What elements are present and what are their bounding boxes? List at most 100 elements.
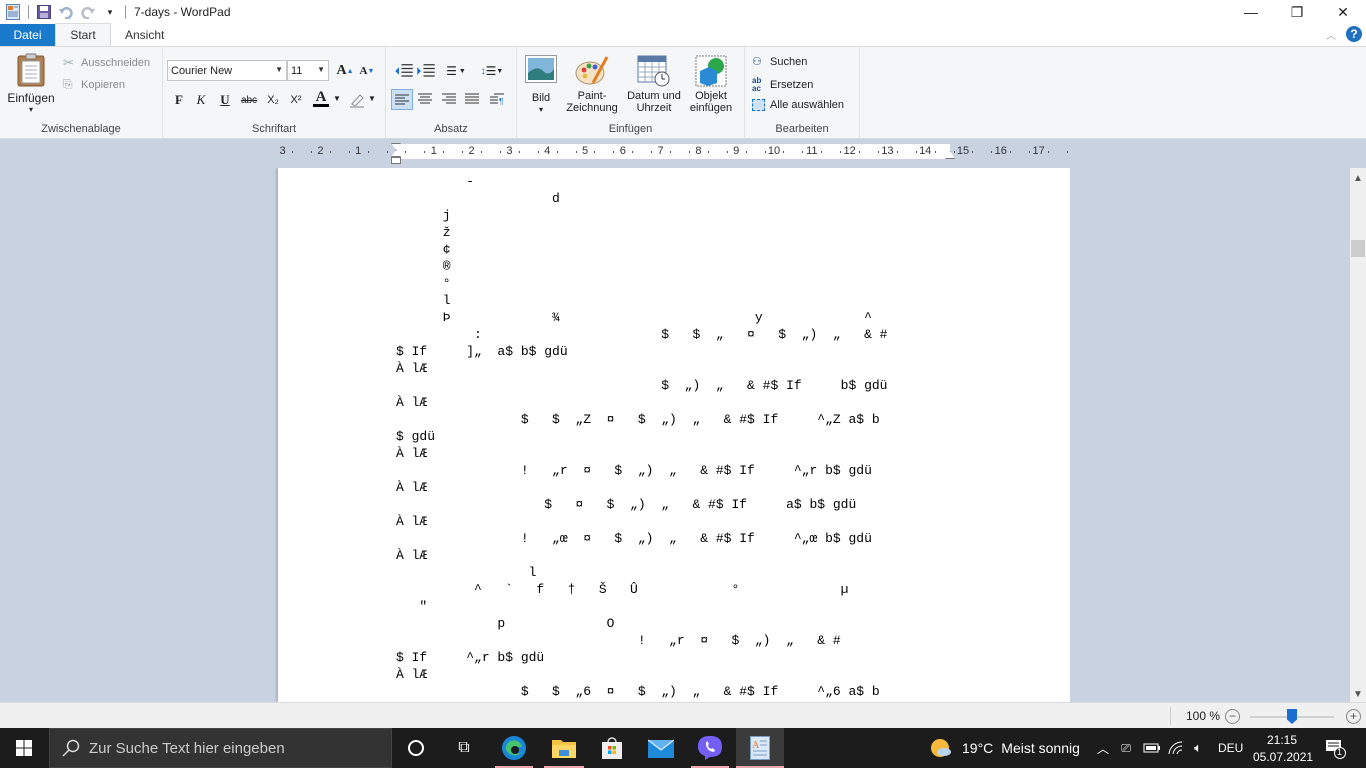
ruler-tick	[424, 151, 426, 153]
paste-dropdown-icon[interactable]: ▾	[6, 104, 56, 116]
ruler-tick	[953, 151, 955, 153]
document-line: $ $ „6 ¤ $ „) „ & #$ If ^„6 a$ b	[396, 684, 880, 699]
clock-time[interactable]: 21:15	[1267, 733, 1297, 747]
grow-font-button[interactable]: A ▲	[335, 61, 355, 81]
volume-icon[interactable]: 🔈︎	[1188, 728, 1208, 768]
title-bar: ▾ 7-days - WordPad — ❐ ✕	[0, 0, 1366, 24]
mail-icon[interactable]	[637, 728, 685, 768]
edge-icon[interactable]	[490, 728, 538, 768]
ruler-tick	[462, 151, 464, 153]
align-center-button[interactable]	[415, 89, 435, 109]
paragraph-button[interactable]: ¶	[487, 89, 507, 109]
wordpad-taskbar-icon[interactable]: A	[736, 728, 784, 768]
wordpad-app-icon[interactable]	[2, 1, 24, 23]
ruler-tick	[613, 151, 615, 153]
collapse-ribbon-icon[interactable]: ︿	[1326, 27, 1336, 42]
decrease-indent-icon[interactable]	[394, 61, 414, 81]
task-view-icon[interactable]: ⧉	[440, 728, 488, 768]
superscript-button[interactable]: X²	[286, 90, 306, 110]
paint-drawing-button[interactable]: Paint- Zeichnung	[561, 55, 623, 114]
ruler-tick	[688, 151, 690, 153]
help-icon[interactable]: ?	[1346, 26, 1362, 42]
scroll-down-arrow-icon[interactable]: ▼	[1350, 686, 1366, 702]
document-line: ¢	[396, 242, 451, 257]
tab-datei[interactable]: Datei	[0, 24, 55, 46]
find-button[interactable]: ⚇ Suchen	[752, 55, 807, 69]
highlight-color-button[interactable]	[347, 90, 367, 110]
bold-button[interactable]: F	[169, 90, 189, 110]
copy-button[interactable]: ⎘ Kopieren	[63, 77, 125, 92]
camera-icon[interactable]: ⎚	[1117, 728, 1135, 768]
cut-button[interactable]: ✂ Ausschneiden	[63, 55, 150, 71]
font-color-swatch	[313, 103, 329, 107]
show-hidden-icons-icon[interactable]: ︿	[1094, 728, 1112, 768]
document-line: p O	[396, 616, 615, 631]
scroll-up-arrow-icon[interactable]: ▲	[1350, 170, 1366, 186]
document-line: l	[396, 293, 451, 308]
maximize-button[interactable]: ❐	[1274, 0, 1320, 24]
chevron-down-icon: ▼	[317, 65, 325, 74]
store-icon[interactable]	[588, 728, 636, 768]
font-family-select[interactable]: Courier New ▼	[167, 60, 287, 81]
undo-icon[interactable]	[55, 1, 77, 23]
select-all-button[interactable]: Alle auswählen	[752, 99, 844, 111]
battery-icon[interactable]	[1141, 728, 1161, 768]
bullet-list-button[interactable]: ☰ ▼	[442, 61, 470, 81]
highlighter-icon	[350, 94, 364, 108]
scrollbar-thumb[interactable]	[1351, 240, 1365, 257]
italic-button[interactable]: K	[191, 90, 211, 110]
insert-object-button[interactable]: Objekt einfügen	[685, 55, 737, 114]
document-page[interactable]: - d j ž ¢ ® ° l Þ ¾ y ^ : $ $ „ ¤ $ „) „…	[278, 168, 1070, 702]
increase-indent-icon[interactable]	[416, 61, 436, 81]
start-button[interactable]	[0, 728, 48, 768]
paste-icon	[17, 53, 45, 87]
zoom-slider-thumb[interactable]	[1287, 709, 1297, 724]
cortana-icon[interactable]	[392, 728, 440, 768]
tab-ansicht[interactable]: Ansicht	[111, 24, 178, 46]
wifi-icon[interactable]	[1166, 728, 1186, 768]
left-indent-marker[interactable]	[391, 157, 401, 164]
tab-start[interactable]: Start	[55, 23, 111, 46]
shrink-font-button[interactable]: A ▼	[357, 61, 377, 81]
ruler[interactable]: 3 2 1 1 2 3 4 5 6 7 8 9 10 11 12 13 14 15 16 17	[278, 143, 1070, 164]
insert-picture-button[interactable]: Bild ▾	[523, 55, 559, 116]
font-size-select[interactable]: 11 ▼	[287, 60, 329, 81]
align-left-button[interactable]	[391, 89, 413, 110]
strikethrough-button[interactable]: abc	[239, 90, 259, 110]
ruler-tick	[348, 151, 350, 153]
font-color-button[interactable]: A	[311, 88, 331, 108]
clock-date[interactable]: 05.07.2021	[1253, 750, 1313, 764]
save-icon[interactable]	[33, 1, 55, 23]
picture-dropdown-icon[interactable]: ▾	[523, 104, 559, 116]
minimize-button[interactable]: —	[1228, 0, 1274, 24]
subscript-button[interactable]: X₂	[263, 90, 283, 110]
document-line: : $ $ „ ¤ $ „) „ & #	[396, 327, 888, 342]
document-line: l	[396, 565, 537, 580]
replace-button[interactable]: ab ac Ersetzen	[752, 77, 813, 93]
ruler-tick	[651, 151, 653, 153]
vertical-scrollbar[interactable]: ▲ ▼	[1350, 168, 1366, 702]
customize-dropdown-icon[interactable]: ▾	[99, 1, 121, 23]
taskbar-search-input[interactable]: Zur Suche Text hier eingeben	[49, 728, 392, 768]
weather-widget[interactable]: 19°C Meist sonnig	[930, 728, 1080, 768]
underline-button[interactable]: U	[215, 90, 235, 110]
zoom-out-button[interactable]: −	[1225, 709, 1240, 724]
line-spacing-button[interactable]: ↕ ☰ ▼	[478, 61, 506, 81]
separator	[28, 5, 29, 19]
zoom-in-button[interactable]: +	[1346, 709, 1361, 724]
font-color-dropdown-icon[interactable]: ▼	[333, 94, 341, 103]
redo-icon[interactable]	[77, 1, 99, 23]
datetime-button[interactable]: Datum und Uhrzeit	[623, 55, 685, 114]
insert-group-label: Einfügen	[608, 123, 653, 135]
viber-icon[interactable]	[686, 728, 734, 768]
paste-button[interactable]: Einfügen ▾	[6, 53, 56, 116]
separator	[125, 5, 126, 19]
justify-button[interactable]	[462, 89, 482, 109]
notification-center-icon[interactable]: 1	[1320, 728, 1350, 768]
close-button[interactable]: ✕	[1320, 0, 1366, 24]
file-explorer-icon[interactable]	[540, 728, 588, 768]
paint-label-1: Paint-	[577, 90, 607, 102]
input-language[interactable]: DEU	[1218, 741, 1243, 755]
align-right-button[interactable]	[439, 89, 459, 109]
highlight-dropdown-icon[interactable]: ▼	[368, 94, 376, 103]
